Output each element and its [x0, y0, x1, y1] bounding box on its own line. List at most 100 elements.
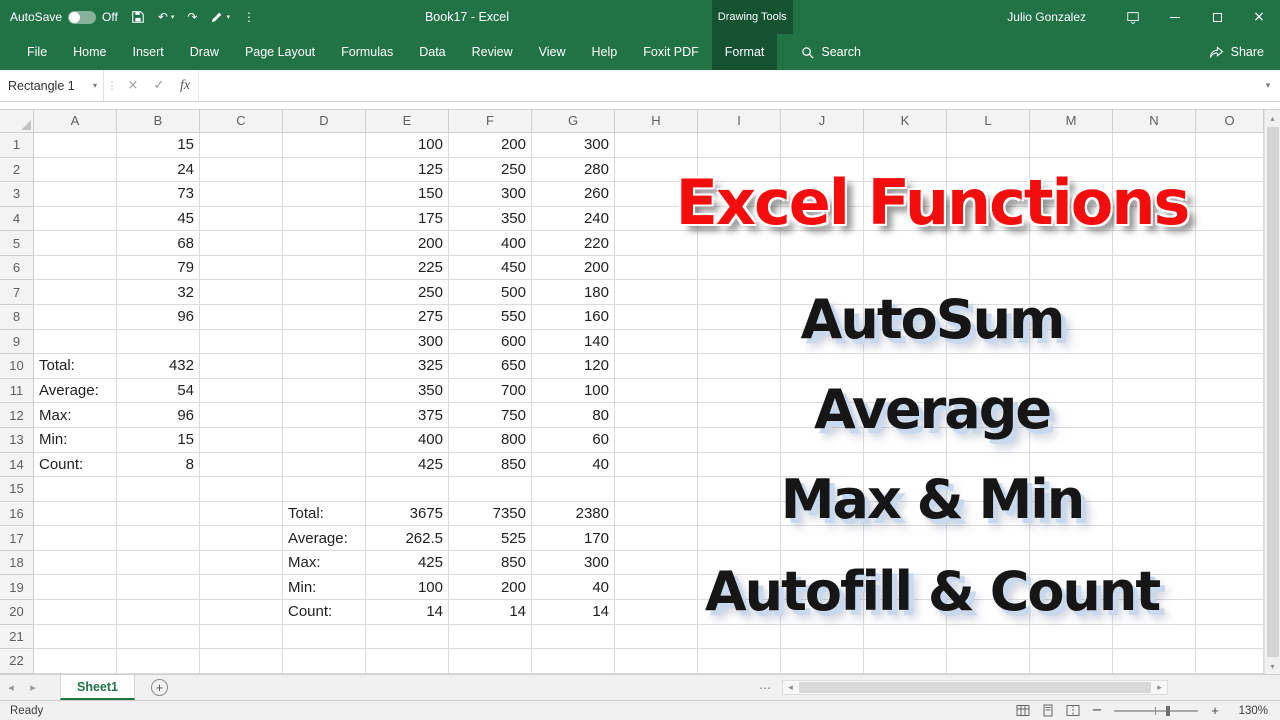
cell-J6[interactable]: [781, 256, 864, 281]
column-header-D[interactable]: D: [283, 110, 366, 133]
cell-C18[interactable]: [200, 551, 283, 576]
row-header-13[interactable]: 13: [0, 428, 34, 453]
cell-O17[interactable]: [1196, 526, 1264, 551]
row-header-21[interactable]: 21: [0, 625, 34, 650]
cell-N10[interactable]: [1113, 354, 1196, 379]
cell-M8[interactable]: [1030, 305, 1113, 330]
tab-foxit-pdf[interactable]: Foxit PDF: [630, 34, 712, 70]
cell-N20[interactable]: [1113, 600, 1196, 625]
cell-A21[interactable]: [34, 625, 117, 650]
column-header-J[interactable]: J: [781, 110, 864, 133]
cell-L13[interactable]: [947, 428, 1030, 453]
cell-I9[interactable]: [698, 330, 781, 355]
cell-H9[interactable]: [615, 330, 698, 355]
undo-dropdown-icon[interactable]: ▾: [171, 13, 175, 21]
cell-H21[interactable]: [615, 625, 698, 650]
cell-M1[interactable]: [1030, 133, 1113, 158]
cell-E18[interactable]: 425: [366, 551, 449, 576]
row-header-14[interactable]: 14: [0, 453, 34, 478]
hscroll-right-icon[interactable]: ▸: [1152, 683, 1167, 693]
cell-N13[interactable]: [1113, 428, 1196, 453]
row-header-12[interactable]: 12: [0, 403, 34, 428]
cell-B16[interactable]: [117, 502, 200, 527]
column-header-O[interactable]: O: [1196, 110, 1264, 133]
insert-function-button[interactable]: fx: [172, 70, 198, 101]
cell-E11[interactable]: 350: [366, 379, 449, 404]
cell-F22[interactable]: [449, 649, 532, 674]
cell-E17[interactable]: 262.5: [366, 526, 449, 551]
cell-G5[interactable]: 220: [532, 231, 615, 256]
cell-C19[interactable]: [200, 575, 283, 600]
cell-B2[interactable]: 24: [117, 158, 200, 183]
tab-format[interactable]: Format: [712, 34, 778, 70]
cell-I2[interactable]: [698, 158, 781, 183]
cell-G9[interactable]: 140: [532, 330, 615, 355]
cell-K10[interactable]: [864, 354, 947, 379]
cell-A13[interactable]: Min:: [34, 428, 117, 453]
cell-G11[interactable]: 100: [532, 379, 615, 404]
cell-C16[interactable]: [200, 502, 283, 527]
cell-G19[interactable]: 40: [532, 575, 615, 600]
horizontal-scrollbar[interactable]: ◂ ▸: [782, 680, 1168, 695]
cell-H7[interactable]: [615, 280, 698, 305]
cell-L5[interactable]: [947, 231, 1030, 256]
cell-F20[interactable]: 14: [449, 600, 532, 625]
cell-H18[interactable]: [615, 551, 698, 576]
cell-A12[interactable]: Max:: [34, 403, 117, 428]
cell-M16[interactable]: [1030, 502, 1113, 527]
cell-F14[interactable]: 850: [449, 453, 532, 478]
cell-L20[interactable]: [947, 600, 1030, 625]
cell-L22[interactable]: [947, 649, 1030, 674]
cell-J2[interactable]: [781, 158, 864, 183]
zoom-out-button[interactable]: −: [1091, 703, 1103, 718]
cell-E12[interactable]: 375: [366, 403, 449, 428]
cell-I18[interactable]: [698, 551, 781, 576]
cell-A17[interactable]: [34, 526, 117, 551]
vscroll-thumb[interactable]: [1267, 127, 1279, 657]
cell-H14[interactable]: [615, 453, 698, 478]
enter-icon[interactable]: ✓: [146, 70, 172, 101]
save-button[interactable]: [131, 10, 145, 24]
cell-J1[interactable]: [781, 133, 864, 158]
cell-N5[interactable]: [1113, 231, 1196, 256]
cell-E5[interactable]: 200: [366, 231, 449, 256]
cell-N2[interactable]: [1113, 158, 1196, 183]
row-header-8[interactable]: 8: [0, 305, 34, 330]
cell-F21[interactable]: [449, 625, 532, 650]
cell-O20[interactable]: [1196, 600, 1264, 625]
cell-O5[interactable]: [1196, 231, 1264, 256]
normal-view-icon[interactable]: [1016, 704, 1030, 717]
cell-F3[interactable]: 300: [449, 182, 532, 207]
cell-F9[interactable]: 600: [449, 330, 532, 355]
cell-E16[interactable]: 3675: [366, 502, 449, 527]
cell-C10[interactable]: [200, 354, 283, 379]
cell-A2[interactable]: [34, 158, 117, 183]
cell-E8[interactable]: 275: [366, 305, 449, 330]
cell-F6[interactable]: 450: [449, 256, 532, 281]
vertical-scrollbar[interactable]: ▴ ▾: [1264, 110, 1280, 674]
row-header-6[interactable]: 6: [0, 256, 34, 281]
cell-L4[interactable]: [947, 207, 1030, 232]
cell-G6[interactable]: 200: [532, 256, 615, 281]
maximize-button[interactable]: [1196, 0, 1238, 34]
cell-L18[interactable]: [947, 551, 1030, 576]
vscroll-up-icon[interactable]: ▴: [1265, 110, 1280, 126]
cell-M9[interactable]: [1030, 330, 1113, 355]
cell-C21[interactable]: [200, 625, 283, 650]
cell-B14[interactable]: 8: [117, 453, 200, 478]
cell-I19[interactable]: [698, 575, 781, 600]
cell-C9[interactable]: [200, 330, 283, 355]
sheet-nav-left-icon[interactable]: ◂: [0, 681, 22, 694]
pen-dropdown-icon[interactable]: ▾: [226, 13, 230, 21]
cell-I15[interactable]: [698, 477, 781, 502]
cell-O3[interactable]: [1196, 182, 1264, 207]
row-header-4[interactable]: 4: [0, 207, 34, 232]
cell-K20[interactable]: [864, 600, 947, 625]
cell-O13[interactable]: [1196, 428, 1264, 453]
cell-J18[interactable]: [781, 551, 864, 576]
cell-H6[interactable]: [615, 256, 698, 281]
cell-A8[interactable]: [34, 305, 117, 330]
cell-G21[interactable]: [532, 625, 615, 650]
cell-H10[interactable]: [615, 354, 698, 379]
cell-E13[interactable]: 400: [366, 428, 449, 453]
